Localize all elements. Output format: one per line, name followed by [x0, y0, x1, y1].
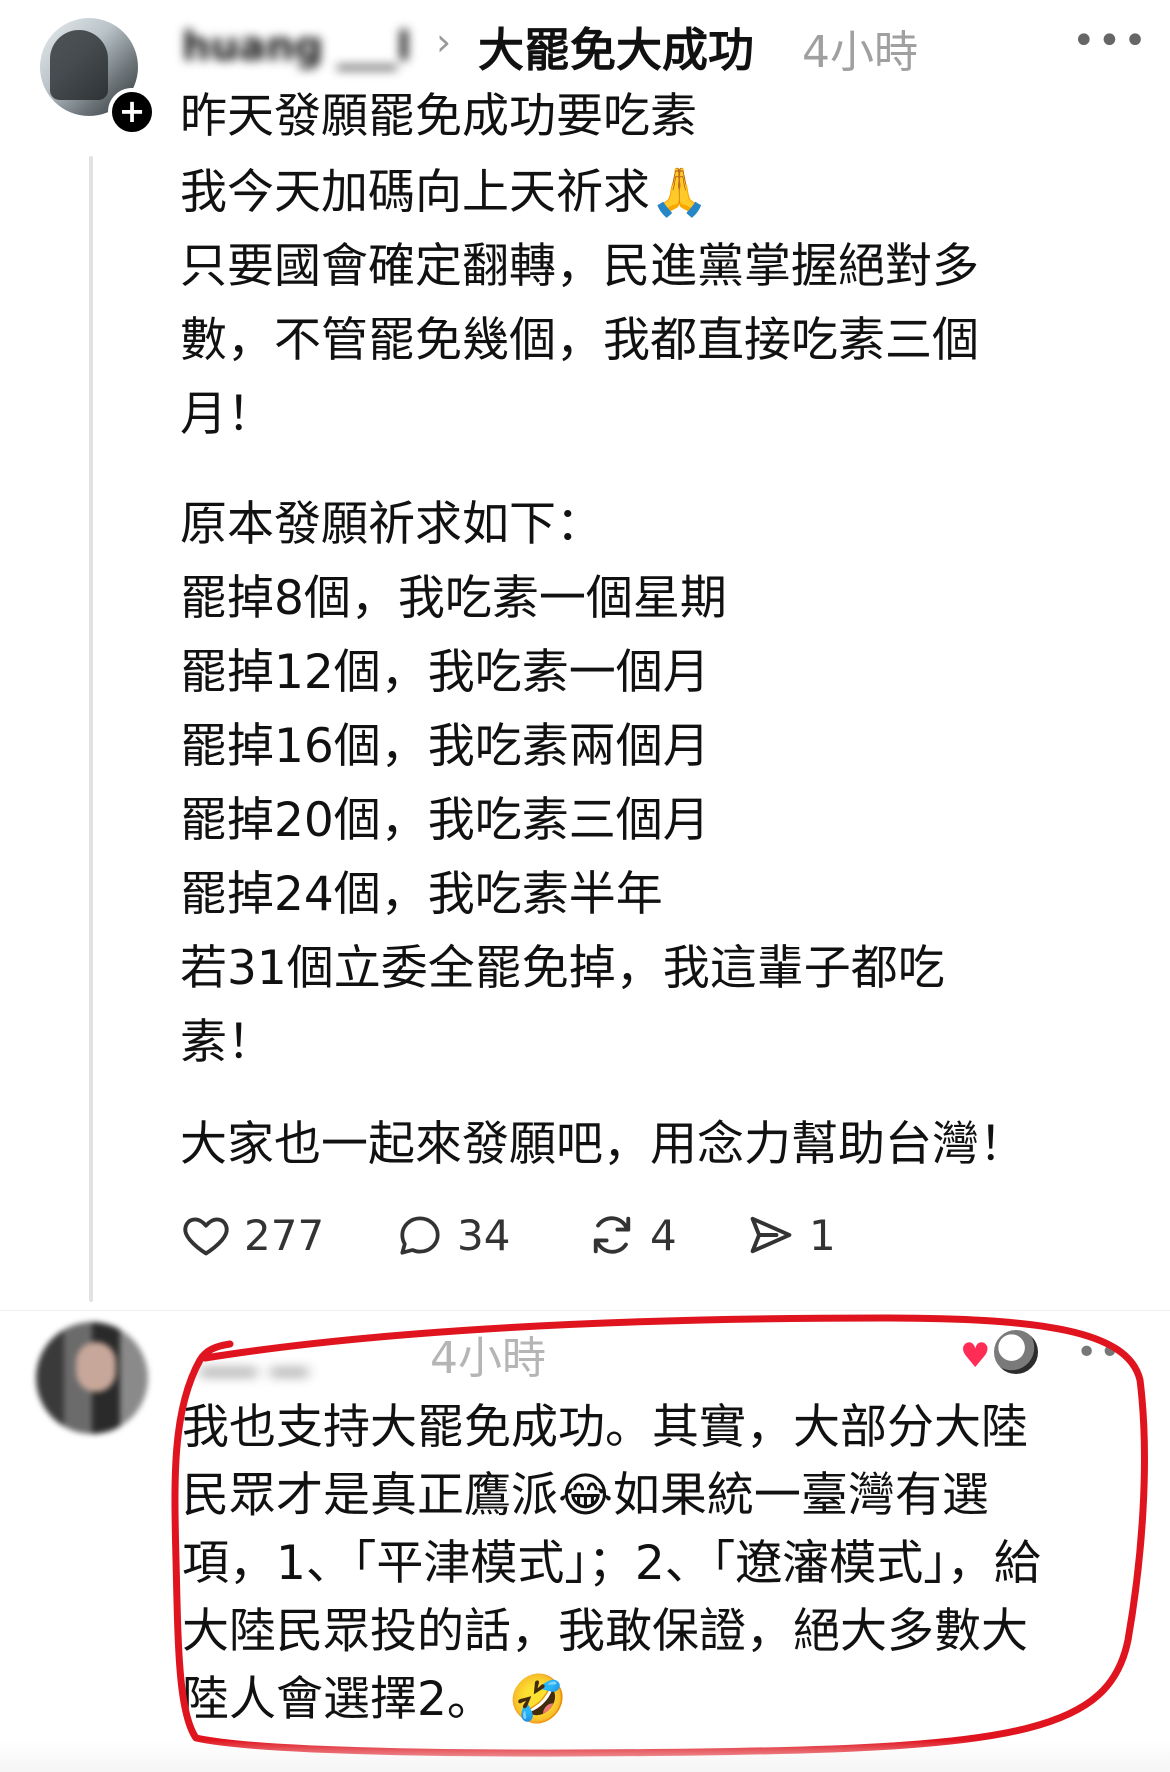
post-text-block-3: 原本發願祈求如下： 罷掉8個，我吃素一個星期 罷掉12個，我吃素一個月 罷掉16…: [180, 488, 1120, 1080]
post-line: 昨天發願罷免成功要吃素: [180, 89, 697, 144]
author-username[interactable]: huang ___l: [182, 24, 422, 70]
comment-button[interactable]: 34: [395, 1200, 510, 1270]
comment-bubble-icon: [400, 1216, 440, 1255]
post-line: 大家也一起來發願吧，用念力幫助台灣！: [180, 1117, 1026, 1172]
reply-author-username[interactable]: ___ __: [200, 1330, 380, 1374]
post-line: 罷掉24個，我吃素半年: [180, 867, 663, 922]
send-icon: [750, 1216, 792, 1254]
like-count: 277: [244, 1210, 325, 1260]
post-line: 月！: [180, 387, 274, 442]
post-line: 素！: [180, 1015, 274, 1070]
share-count: 1: [809, 1210, 836, 1260]
post-text-block-1: 昨天發願罷免成功要吃素: [180, 80, 1120, 154]
divider: [0, 1310, 1170, 1311]
post-line: 若31個立委全罷免掉，我這輩子都吃: [180, 941, 945, 996]
post-text-block-4: 大家也一起來發願吧，用念力幫助台灣！: [180, 1108, 1120, 1182]
reply-line: 我也支持大罷免成功。其實，大部分大陸: [182, 1400, 1028, 1455]
reply-author-avatar[interactable]: [36, 1322, 148, 1434]
reply-line: 大陸民眾投的話，我敢保證，絕大多數大: [182, 1604, 1028, 1659]
share-button[interactable]: 1: [745, 1200, 836, 1270]
reply-time: 4小時: [430, 1333, 546, 1384]
post-line: 數，不管罷免幾個，我都直接吃素三個: [180, 313, 979, 368]
liked-by-author-heart-icon: ♥: [960, 1336, 991, 1376]
repost-icon: [593, 1216, 631, 1254]
post-text-block-2: 我今天加碼向上天祈求🙏 只要國會確定翻轉，民進黨掌握絕對多 數，不管罷免幾個，我…: [180, 156, 1120, 452]
thread-line: [89, 156, 93, 1302]
repost-count: 4: [650, 1210, 677, 1260]
topic-tag[interactable]: 大罷免大成功: [478, 14, 754, 80]
follow-plus-icon[interactable]: +: [108, 88, 156, 136]
post-line: 罷掉20個，我吃素三個月: [180, 793, 710, 848]
reply-more-options-icon[interactable]: ••: [1076, 1332, 1122, 1373]
post-line: 只要國會確定翻轉，民進黨掌握絕對多: [180, 239, 979, 294]
liked-by-author-avatar: [992, 1328, 1040, 1376]
bottom-fade: [0, 1740, 1170, 1772]
post-line: 罷掉12個，我吃素一個月: [180, 645, 710, 700]
thread-post: + huang ___l › 大罷免大成功 4小時 ••• 昨天發願罷免成功要吃…: [0, 0, 1170, 1302]
repost-button[interactable]: 4: [586, 1200, 677, 1270]
post-line: 原本發願祈求如下：: [180, 497, 603, 552]
chevron-right-icon: ›: [436, 20, 452, 64]
post-actions: 277 34 4 1: [180, 1200, 1080, 1270]
post-time: 4小時: [802, 27, 918, 78]
reply-line: 項，1、「平津模式」；2、「遼瀋模式」，給: [182, 1536, 1041, 1591]
heart-icon: [183, 1217, 229, 1256]
reply-line: 民眾才是真正鷹派😂如果統一臺灣有選: [182, 1468, 989, 1523]
post-line: 罷掉16個，我吃素兩個月: [180, 719, 710, 774]
post-line: 我今天加碼向上天祈求🙏: [180, 165, 709, 220]
like-button[interactable]: 277: [180, 1200, 324, 1270]
post-line: 罷掉8個，我吃素一個星期: [180, 571, 727, 626]
reply-text-block: 我也支持大罷免成功。其實，大部分大陸 民眾才是真正鷹派😂如果統一臺灣有選 項，1…: [182, 1394, 1112, 1734]
more-options-icon[interactable]: •••: [1072, 18, 1149, 64]
reply-line: 陸人會選擇2。 🤣: [182, 1672, 568, 1727]
comment-count: 34: [457, 1210, 511, 1260]
